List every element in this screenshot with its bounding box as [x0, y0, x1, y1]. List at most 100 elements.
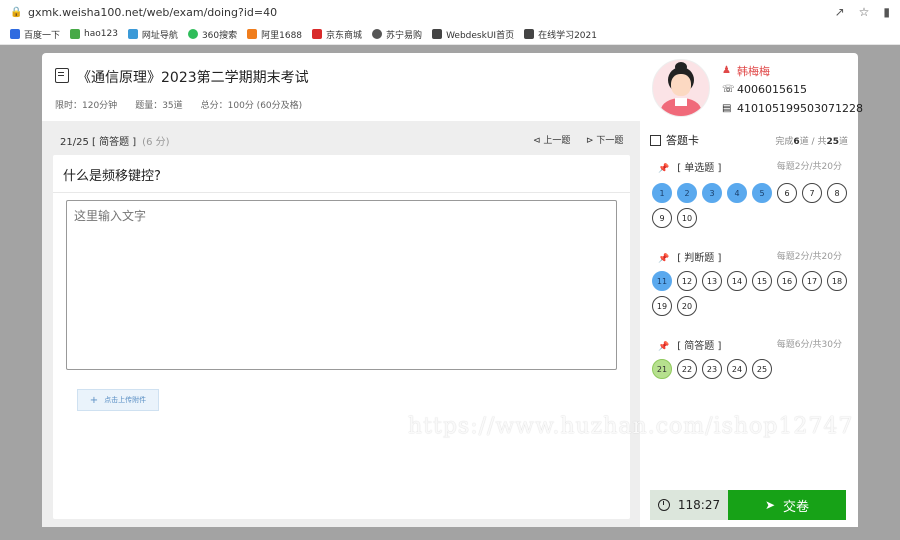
bookmark-jd[interactable]: 京东商城: [312, 28, 362, 41]
bookmarks-bar: 百度一下 hao123 网址导航 360搜索 阿里1688 京东商城 苏宁易购 …: [0, 24, 900, 45]
exam-title: 《通信原理》2023第二学期期末考试: [77, 70, 309, 86]
watermark: https://www.huzhan.com/ishop12747: [408, 414, 854, 439]
question-bubble[interactable]: 2: [677, 183, 697, 203]
question-header: 21/25 [ 简答题 ] (6 分): [60, 133, 170, 148]
answer-progress: 完成6道 / 共25道: [775, 137, 848, 147]
countdown-timer: 118:27: [650, 490, 728, 520]
user-icon: ♟: [722, 65, 731, 76]
pin-icon: 📌: [658, 342, 670, 352]
submit-exam-button[interactable]: ➤ 交卷: [728, 490, 846, 520]
share-icon[interactable]: ↗: [835, 5, 845, 19]
section-note: 每题6分/共30分: [776, 340, 842, 350]
question-bubble[interactable]: 24: [727, 359, 747, 379]
question-box: 什么是频移键控? +点击上传附件: [53, 155, 630, 519]
question-number: 21/25 [ 简答题 ]: [60, 137, 137, 148]
section-short-answer: 📌[ 简答题 ]: [658, 341, 722, 352]
bookmark-nav[interactable]: 网址导航: [127, 28, 178, 41]
question-bubble[interactable]: 25: [752, 359, 772, 379]
question-bubble[interactable]: 5: [752, 183, 772, 203]
send-icon: ➤: [764, 498, 776, 512]
next-icon: ⊳: [586, 136, 597, 146]
question-bubble[interactable]: 12: [677, 271, 697, 291]
answer-textarea[interactable]: [66, 200, 617, 370]
question-bubble[interactable]: 7: [802, 183, 822, 203]
question-bubble[interactable]: 23: [702, 359, 722, 379]
bookmark-360[interactable]: 360搜索: [187, 28, 237, 41]
question-bubble-current[interactable]: 21: [652, 359, 672, 379]
section-note: 每题2分/共20分: [776, 252, 842, 262]
question-bubble[interactable]: 6: [777, 183, 797, 203]
exam-icon: [55, 68, 69, 83]
next-question-button[interactable]: ⊳ 下一题: [586, 133, 623, 146]
star-icon[interactable]: ☆: [859, 5, 870, 19]
id-card-icon: ▤: [722, 103, 732, 114]
globe-icon: [372, 29, 383, 39]
user-id-number: 410105199503071228: [737, 102, 863, 115]
question-bubble[interactable]: 22: [677, 359, 697, 379]
bubbles-true-false: 11 12 13 14 15 16 17 18 19 20: [652, 271, 852, 316]
question-bubble[interactable]: 8: [827, 183, 847, 203]
section-note: 每题2分/共20分: [776, 162, 842, 172]
exam-header: 《通信原理》2023第二学期期末考试 限时：120分钟 题量：35道 总分：10…: [42, 53, 863, 121]
question-bubble[interactable]: 4: [727, 183, 747, 203]
question-bubble[interactable]: 18: [827, 271, 847, 291]
bookmark-1688[interactable]: 阿里1688: [247, 28, 302, 41]
pin-icon: 📌: [658, 164, 670, 174]
upload-attachment-button[interactable]: + 点击上传附件: [77, 389, 159, 411]
question-bubble[interactable]: 9: [652, 208, 672, 228]
bookmark-webdesk[interactable]: WebdeskUI首页: [432, 28, 514, 41]
question-bubble[interactable]: 13: [702, 271, 722, 291]
phone-icon: ☏: [722, 84, 735, 95]
learning-icon: [524, 29, 535, 39]
user-phone: 4006015615: [737, 83, 807, 96]
360-icon: [187, 29, 198, 39]
question-bubble[interactable]: 19: [652, 296, 672, 316]
bookmark-learning[interactable]: 在线学习2021: [524, 28, 597, 41]
question-bubble[interactable]: 3: [702, 183, 722, 203]
answer-card-title: 答题卡: [650, 132, 699, 148]
question-bubble[interactable]: 20: [677, 296, 697, 316]
section-single-choice: 📌[ 单选题 ]: [658, 163, 722, 174]
prev-question-button[interactable]: ⊲ 上一题: [533, 133, 570, 146]
url-bar[interactable]: gxmk.weisha100.net/web/exam/doing?id=40: [28, 6, 277, 19]
question-bubble[interactable]: 11: [652, 271, 672, 291]
bookmark-hao123[interactable]: hao123: [70, 29, 118, 39]
calendar-icon: [650, 134, 661, 146]
question-text: 什么是频移键控?: [63, 169, 161, 184]
question-bubble[interactable]: 17: [802, 271, 822, 291]
user-info: ♟ 韩梅梅 ☏ 4006015615 ▤ 410105199503071228: [722, 61, 863, 118]
prev-icon: ⊲: [533, 136, 544, 146]
user-name: 韩梅梅: [737, 64, 770, 78]
section-true-false: 📌[ 判断题 ]: [658, 253, 722, 264]
bookmark-baidu[interactable]: 百度一下: [10, 28, 60, 41]
question-bubble[interactable]: 16: [777, 271, 797, 291]
exam-card: 《通信原理》2023第二学期期末考试 限时：120分钟 题量：35道 总分：10…: [42, 53, 863, 527]
total-score: 总分：100分 (60分及格): [200, 101, 303, 111]
exam-meta: 限时：120分钟 题量：35道 总分：100分 (60分及格): [55, 98, 302, 111]
baidu-icon: [10, 29, 20, 39]
question-bubble[interactable]: 15: [752, 271, 772, 291]
plus-icon: +: [89, 394, 99, 406]
answer-card: 答题卡 完成6道 / 共25道 📌[ 单选题 ] 每题2分/共20分 1 2 3…: [640, 121, 858, 527]
bubbles-short-answer: 21 22 23 24 25: [652, 359, 852, 379]
question-bubble[interactable]: 1: [652, 183, 672, 203]
question-bubble[interactable]: 10: [677, 208, 697, 228]
pin-icon: 📌: [658, 254, 670, 264]
webdesk-icon: [432, 29, 443, 39]
bookmark-suning[interactable]: 苏宁易购: [372, 28, 422, 41]
clock-icon: [657, 499, 670, 511]
time-limit: 限时：120分钟: [55, 101, 118, 111]
sidebar-icon[interactable]: ▮: [883, 5, 890, 19]
question-score: (6 分): [142, 137, 170, 148]
hao123-icon: [70, 29, 81, 39]
avatar: [652, 59, 710, 117]
question-bubble[interactable]: 14: [727, 271, 747, 291]
question-count: 题量：35道: [135, 101, 183, 111]
jd-icon: [312, 29, 323, 39]
lock-icon: 🔒: [10, 6, 23, 18]
nav-icon: [127, 29, 138, 39]
bubbles-single-choice: 1 2 3 4 5 6 7 8 9 10: [652, 183, 852, 228]
browser-toolbar: 🔒 gxmk.weisha100.net/web/exam/doing?id=4…: [0, 0, 900, 24]
question-panel: 21/25 [ 简答题 ] (6 分) ⊲ 上一题 ⊳ 下一题 什么是频移键控? …: [42, 121, 640, 527]
1688-icon: [247, 29, 258, 39]
